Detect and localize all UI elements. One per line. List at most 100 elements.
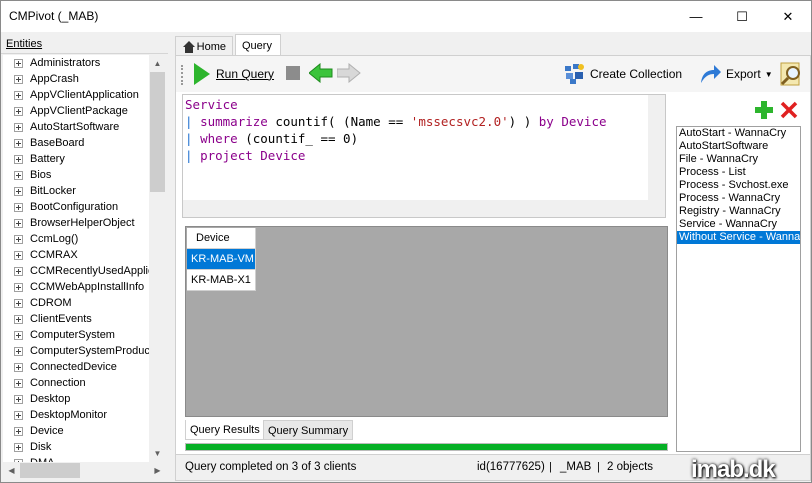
- entity-item[interactable]: Disk: [3, 439, 149, 455]
- tab-query[interactable]: Query: [235, 34, 281, 56]
- saved-query-item[interactable]: Process - WannaCry: [677, 192, 800, 205]
- back-button[interactable]: [309, 63, 333, 83]
- editor-vertical-scrollbar[interactable]: [648, 95, 665, 201]
- entity-item-label: BaseBoard: [30, 137, 85, 149]
- expand-plus-icon[interactable]: [14, 91, 23, 100]
- entity-item[interactable]: AutoStartSoftware: [3, 119, 149, 135]
- results-table[interactable]: Device KR-MAB-VM KR-MAB-X1: [187, 228, 256, 291]
- expand-plus-icon[interactable]: [14, 139, 23, 148]
- entity-item[interactable]: AppVClientPackage: [3, 103, 149, 119]
- scroll-up-arrow-icon[interactable]: ▲: [149, 55, 166, 72]
- entity-horizontal-scrollbar[interactable]: ◀ ▶: [3, 462, 166, 479]
- entity-item[interactable]: ClientEvents: [3, 311, 149, 327]
- expand-plus-icon[interactable]: [14, 59, 23, 68]
- minimize-button[interactable]: —: [673, 1, 719, 32]
- tab-query-results[interactable]: Query Results: [185, 420, 265, 440]
- add-query-button[interactable]: [754, 100, 774, 120]
- entity-item[interactable]: BrowserHelperObject: [3, 215, 149, 231]
- entity-item[interactable]: BootConfiguration: [3, 199, 149, 215]
- scroll-thumb[interactable]: [150, 72, 165, 192]
- toolbar-grip[interactable]: [181, 65, 184, 85]
- saved-queries-list[interactable]: AutoStart - WannaCry AutoStartSoftware Fil…: [676, 126, 801, 452]
- entity-item[interactable]: AppVClientApplication: [3, 87, 149, 103]
- expand-plus-icon[interactable]: [14, 203, 23, 212]
- entity-item-label: CCMWebAppInstallInfo: [30, 281, 145, 293]
- entity-item[interactable]: CcmLog(): [3, 231, 149, 247]
- window-title: CMPivot (_MAB): [9, 9, 99, 23]
- saved-query-item[interactable]: Registry - WannaCry: [677, 205, 800, 218]
- expand-plus-icon[interactable]: [14, 235, 23, 244]
- expand-plus-icon[interactable]: [14, 427, 23, 436]
- expand-plus-icon[interactable]: [14, 75, 23, 84]
- tab-query-summary[interactable]: Query Summary: [263, 420, 354, 440]
- entity-tree[interactable]: Administrators AppCrash AppVClientApplicat…: [3, 55, 149, 462]
- stop-button[interactable]: [286, 66, 300, 80]
- entity-item[interactable]: ComputerSystemProduct: [3, 343, 149, 359]
- expand-plus-icon[interactable]: [14, 123, 23, 132]
- run-query-button[interactable]: Run Query: [194, 62, 274, 86]
- expand-plus-icon[interactable]: [14, 315, 23, 324]
- expand-plus-icon[interactable]: [14, 267, 23, 276]
- expand-plus-icon[interactable]: [14, 187, 23, 196]
- entity-item[interactable]: BaseBoard: [3, 135, 149, 151]
- expand-plus-icon[interactable]: [14, 299, 23, 308]
- saved-query-item[interactable]: AutoStart - WannaCry: [677, 127, 800, 140]
- entity-item[interactable]: CCMWebAppInstallInfo: [3, 279, 149, 295]
- code-line-2: | summarize countif( (Name == 'mssecsvc2…: [185, 113, 607, 130]
- search-button[interactable]: [778, 61, 804, 87]
- forward-button[interactable]: [337, 63, 361, 83]
- expand-plus-icon[interactable]: [14, 219, 23, 228]
- results-grid[interactable]: Device KR-MAB-VM KR-MAB-X1: [185, 226, 668, 417]
- entity-item[interactable]: Device: [3, 423, 149, 439]
- expand-plus-icon[interactable]: [14, 251, 23, 260]
- entity-item[interactable]: Bios: [3, 167, 149, 183]
- create-collection-button[interactable]: Create Collection: [564, 62, 682, 86]
- entity-vertical-scrollbar[interactable]: ▲ ▼: [149, 55, 166, 462]
- table-row[interactable]: KR-MAB-VM: [187, 249, 256, 270]
- saved-query-item[interactable]: Process - List: [677, 166, 800, 179]
- expand-plus-icon[interactable]: [14, 155, 23, 164]
- entity-item[interactable]: Desktop: [3, 391, 149, 407]
- expand-plus-icon[interactable]: [14, 347, 23, 356]
- entity-item[interactable]: CCMRecentlyUsedApplic: [3, 263, 149, 279]
- expand-plus-icon[interactable]: [14, 411, 23, 420]
- entity-item[interactable]: BitLocker: [3, 183, 149, 199]
- entity-item[interactable]: ConnectedDevice: [3, 359, 149, 375]
- scroll-down-arrow-icon[interactable]: ▼: [149, 445, 166, 462]
- expand-plus-icon[interactable]: [14, 331, 23, 340]
- entity-item[interactable]: CDROM: [3, 295, 149, 311]
- entity-item[interactable]: Battery: [3, 151, 149, 167]
- export-button[interactable]: Export ▼: [700, 62, 773, 86]
- delete-query-button[interactable]: [779, 100, 799, 120]
- expand-plus-icon[interactable]: [14, 107, 23, 116]
- code-token: Device: [561, 114, 607, 129]
- entity-item[interactable]: DMA: [3, 455, 149, 462]
- entity-item[interactable]: AppCrash: [3, 71, 149, 87]
- expand-plus-icon[interactable]: [14, 283, 23, 292]
- saved-query-item[interactable]: AutoStartSoftware: [677, 140, 800, 153]
- query-editor[interactable]: Service | summarize countif( (Name == 'm…: [182, 94, 666, 218]
- expand-plus-icon[interactable]: [14, 443, 23, 452]
- scroll-thumb[interactable]: [20, 463, 80, 478]
- saved-query-item[interactable]: Service - WannaCry: [677, 218, 800, 231]
- scroll-left-arrow-icon[interactable]: ◀: [3, 462, 20, 479]
- editor-horizontal-scrollbar[interactable]: [183, 200, 649, 217]
- scroll-right-arrow-icon[interactable]: ▶: [149, 462, 166, 479]
- expand-plus-icon[interactable]: [14, 395, 23, 404]
- entity-item[interactable]: Administrators: [3, 55, 149, 71]
- expand-plus-icon[interactable]: [14, 363, 23, 372]
- expand-plus-icon[interactable]: [14, 171, 23, 180]
- entity-item[interactable]: CCMRAX: [3, 247, 149, 263]
- entity-item[interactable]: DesktopMonitor: [3, 407, 149, 423]
- entity-item[interactable]: Connection: [3, 375, 149, 391]
- saved-query-item[interactable]: Process - Svchost.exe: [677, 179, 800, 192]
- tab-home[interactable]: Home: [175, 36, 233, 56]
- table-row[interactable]: KR-MAB-X1: [187, 270, 256, 291]
- saved-query-item[interactable]: Without Service - WannaCry: [677, 231, 800, 244]
- close-button[interactable]: ✕: [765, 1, 811, 32]
- expand-plus-icon[interactable]: [14, 379, 23, 388]
- saved-query-item[interactable]: File - WannaCry: [677, 153, 800, 166]
- maximize-button[interactable]: ☐: [719, 1, 765, 32]
- entity-item[interactable]: ComputerSystem: [3, 327, 149, 343]
- column-header-device[interactable]: Device: [187, 228, 256, 249]
